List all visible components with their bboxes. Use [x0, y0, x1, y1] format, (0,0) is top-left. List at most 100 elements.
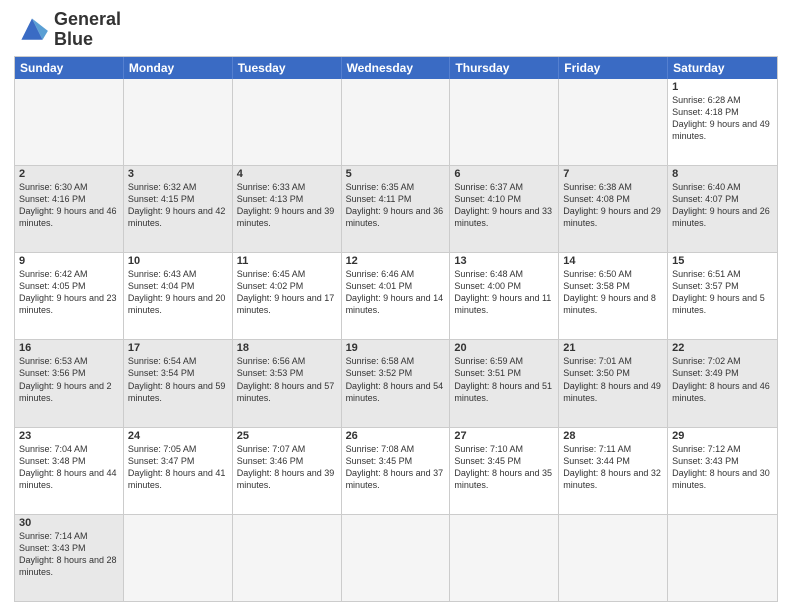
- day-info: Sunrise: 7:02 AM Sunset: 3:49 PM Dayligh…: [672, 355, 773, 404]
- day-info: Sunrise: 6:37 AM Sunset: 4:10 PM Dayligh…: [454, 181, 554, 230]
- day-number: 22: [672, 342, 773, 354]
- day-number: 9: [19, 255, 119, 267]
- page-header: General Blue: [14, 10, 778, 50]
- calendar-cell: 25Sunrise: 7:07 AM Sunset: 3:46 PM Dayli…: [233, 428, 342, 514]
- day-number: 15: [672, 255, 773, 267]
- day-number: 26: [346, 430, 446, 442]
- calendar-cell: [233, 79, 342, 165]
- calendar-cell: 14Sunrise: 6:50 AM Sunset: 3:58 PM Dayli…: [559, 253, 668, 339]
- day-info: Sunrise: 6:35 AM Sunset: 4:11 PM Dayligh…: [346, 181, 446, 230]
- day-number: 2: [19, 168, 119, 180]
- calendar-cell: 30Sunrise: 7:14 AM Sunset: 3:43 PM Dayli…: [15, 515, 124, 601]
- header-day-sunday: Sunday: [15, 57, 124, 79]
- day-number: 10: [128, 255, 228, 267]
- calendar-cell: [559, 79, 668, 165]
- day-number: 14: [563, 255, 663, 267]
- day-number: 12: [346, 255, 446, 267]
- calendar-cell: [559, 515, 668, 601]
- day-number: 1: [672, 81, 773, 93]
- day-number: 4: [237, 168, 337, 180]
- logo-icon: [14, 15, 50, 45]
- calendar-cell: 22Sunrise: 7:02 AM Sunset: 3:49 PM Dayli…: [668, 340, 777, 426]
- calendar-cell: 4Sunrise: 6:33 AM Sunset: 4:13 PM Daylig…: [233, 166, 342, 252]
- calendar-cell: 20Sunrise: 6:59 AM Sunset: 3:51 PM Dayli…: [450, 340, 559, 426]
- calendar-row: 9Sunrise: 6:42 AM Sunset: 4:05 PM Daylig…: [15, 252, 777, 339]
- calendar-row: 16Sunrise: 6:53 AM Sunset: 3:56 PM Dayli…: [15, 339, 777, 426]
- day-info: Sunrise: 6:56 AM Sunset: 3:53 PM Dayligh…: [237, 355, 337, 404]
- day-info: Sunrise: 7:10 AM Sunset: 3:45 PM Dayligh…: [454, 443, 554, 492]
- day-number: 7: [563, 168, 663, 180]
- header-day-saturday: Saturday: [668, 57, 777, 79]
- calendar-cell: 15Sunrise: 6:51 AM Sunset: 3:57 PM Dayli…: [668, 253, 777, 339]
- calendar-row: 30Sunrise: 7:14 AM Sunset: 3:43 PM Dayli…: [15, 514, 777, 601]
- calendar-cell: 26Sunrise: 7:08 AM Sunset: 3:45 PM Dayli…: [342, 428, 451, 514]
- calendar-cell: 2Sunrise: 6:30 AM Sunset: 4:16 PM Daylig…: [15, 166, 124, 252]
- calendar-cell: 6Sunrise: 6:37 AM Sunset: 4:10 PM Daylig…: [450, 166, 559, 252]
- day-info: Sunrise: 6:28 AM Sunset: 4:18 PM Dayligh…: [672, 94, 773, 143]
- calendar-row: 2Sunrise: 6:30 AM Sunset: 4:16 PM Daylig…: [15, 165, 777, 252]
- day-info: Sunrise: 6:51 AM Sunset: 3:57 PM Dayligh…: [672, 268, 773, 317]
- calendar-cell: 5Sunrise: 6:35 AM Sunset: 4:11 PM Daylig…: [342, 166, 451, 252]
- calendar-row: 23Sunrise: 7:04 AM Sunset: 3:48 PM Dayli…: [15, 427, 777, 514]
- calendar-cell: [342, 79, 451, 165]
- day-info: Sunrise: 7:08 AM Sunset: 3:45 PM Dayligh…: [346, 443, 446, 492]
- calendar-cell: 7Sunrise: 6:38 AM Sunset: 4:08 PM Daylig…: [559, 166, 668, 252]
- calendar-cell: 11Sunrise: 6:45 AM Sunset: 4:02 PM Dayli…: [233, 253, 342, 339]
- header-day-thursday: Thursday: [450, 57, 559, 79]
- day-info: Sunrise: 6:30 AM Sunset: 4:16 PM Dayligh…: [19, 181, 119, 230]
- day-number: 18: [237, 342, 337, 354]
- logo-text: General Blue: [54, 10, 121, 50]
- day-info: Sunrise: 6:43 AM Sunset: 4:04 PM Dayligh…: [128, 268, 228, 317]
- day-info: Sunrise: 7:05 AM Sunset: 3:47 PM Dayligh…: [128, 443, 228, 492]
- day-info: Sunrise: 6:54 AM Sunset: 3:54 PM Dayligh…: [128, 355, 228, 404]
- calendar-header: SundayMondayTuesdayWednesdayThursdayFrid…: [15, 57, 777, 79]
- day-info: Sunrise: 7:11 AM Sunset: 3:44 PM Dayligh…: [563, 443, 663, 492]
- calendar-cell: 28Sunrise: 7:11 AM Sunset: 3:44 PM Dayli…: [559, 428, 668, 514]
- day-info: Sunrise: 7:07 AM Sunset: 3:46 PM Dayligh…: [237, 443, 337, 492]
- calendar-cell: 24Sunrise: 7:05 AM Sunset: 3:47 PM Dayli…: [124, 428, 233, 514]
- day-info: Sunrise: 6:32 AM Sunset: 4:15 PM Dayligh…: [128, 181, 228, 230]
- day-info: Sunrise: 6:59 AM Sunset: 3:51 PM Dayligh…: [454, 355, 554, 404]
- calendar-cell: 3Sunrise: 6:32 AM Sunset: 4:15 PM Daylig…: [124, 166, 233, 252]
- day-number: 3: [128, 168, 228, 180]
- day-info: Sunrise: 6:48 AM Sunset: 4:00 PM Dayligh…: [454, 268, 554, 317]
- day-info: Sunrise: 7:01 AM Sunset: 3:50 PM Dayligh…: [563, 355, 663, 404]
- header-day-tuesday: Tuesday: [233, 57, 342, 79]
- header-day-monday: Monday: [124, 57, 233, 79]
- header-day-friday: Friday: [559, 57, 668, 79]
- calendar-cell: 12Sunrise: 6:46 AM Sunset: 4:01 PM Dayli…: [342, 253, 451, 339]
- calendar-cell: 9Sunrise: 6:42 AM Sunset: 4:05 PM Daylig…: [15, 253, 124, 339]
- day-info: Sunrise: 6:58 AM Sunset: 3:52 PM Dayligh…: [346, 355, 446, 404]
- day-number: 27: [454, 430, 554, 442]
- day-info: Sunrise: 6:40 AM Sunset: 4:07 PM Dayligh…: [672, 181, 773, 230]
- day-number: 29: [672, 430, 773, 442]
- day-number: 16: [19, 342, 119, 354]
- day-info: Sunrise: 6:46 AM Sunset: 4:01 PM Dayligh…: [346, 268, 446, 317]
- header-day-wednesday: Wednesday: [342, 57, 451, 79]
- day-info: Sunrise: 6:42 AM Sunset: 4:05 PM Dayligh…: [19, 268, 119, 317]
- day-number: 24: [128, 430, 228, 442]
- day-info: Sunrise: 6:50 AM Sunset: 3:58 PM Dayligh…: [563, 268, 663, 317]
- calendar-cell: 19Sunrise: 6:58 AM Sunset: 3:52 PM Dayli…: [342, 340, 451, 426]
- day-info: Sunrise: 6:38 AM Sunset: 4:08 PM Dayligh…: [563, 181, 663, 230]
- calendar-cell: 29Sunrise: 7:12 AM Sunset: 3:43 PM Dayli…: [668, 428, 777, 514]
- calendar: SundayMondayTuesdayWednesdayThursdayFrid…: [14, 56, 778, 602]
- day-number: 5: [346, 168, 446, 180]
- day-number: 21: [563, 342, 663, 354]
- calendar-cell: 18Sunrise: 6:56 AM Sunset: 3:53 PM Dayli…: [233, 340, 342, 426]
- calendar-cell: 17Sunrise: 6:54 AM Sunset: 3:54 PM Dayli…: [124, 340, 233, 426]
- day-number: 17: [128, 342, 228, 354]
- calendar-cell: [668, 515, 777, 601]
- calendar-cell: 8Sunrise: 6:40 AM Sunset: 4:07 PM Daylig…: [668, 166, 777, 252]
- calendar-cell: 23Sunrise: 7:04 AM Sunset: 3:48 PM Dayli…: [15, 428, 124, 514]
- day-number: 8: [672, 168, 773, 180]
- calendar-cell: 13Sunrise: 6:48 AM Sunset: 4:00 PM Dayli…: [450, 253, 559, 339]
- calendar-cell: [450, 515, 559, 601]
- day-number: 19: [346, 342, 446, 354]
- calendar-body: 1Sunrise: 6:28 AM Sunset: 4:18 PM Daylig…: [15, 79, 777, 601]
- day-number: 25: [237, 430, 337, 442]
- day-info: Sunrise: 6:45 AM Sunset: 4:02 PM Dayligh…: [237, 268, 337, 317]
- day-number: 23: [19, 430, 119, 442]
- day-number: 28: [563, 430, 663, 442]
- day-info: Sunrise: 6:33 AM Sunset: 4:13 PM Dayligh…: [237, 181, 337, 230]
